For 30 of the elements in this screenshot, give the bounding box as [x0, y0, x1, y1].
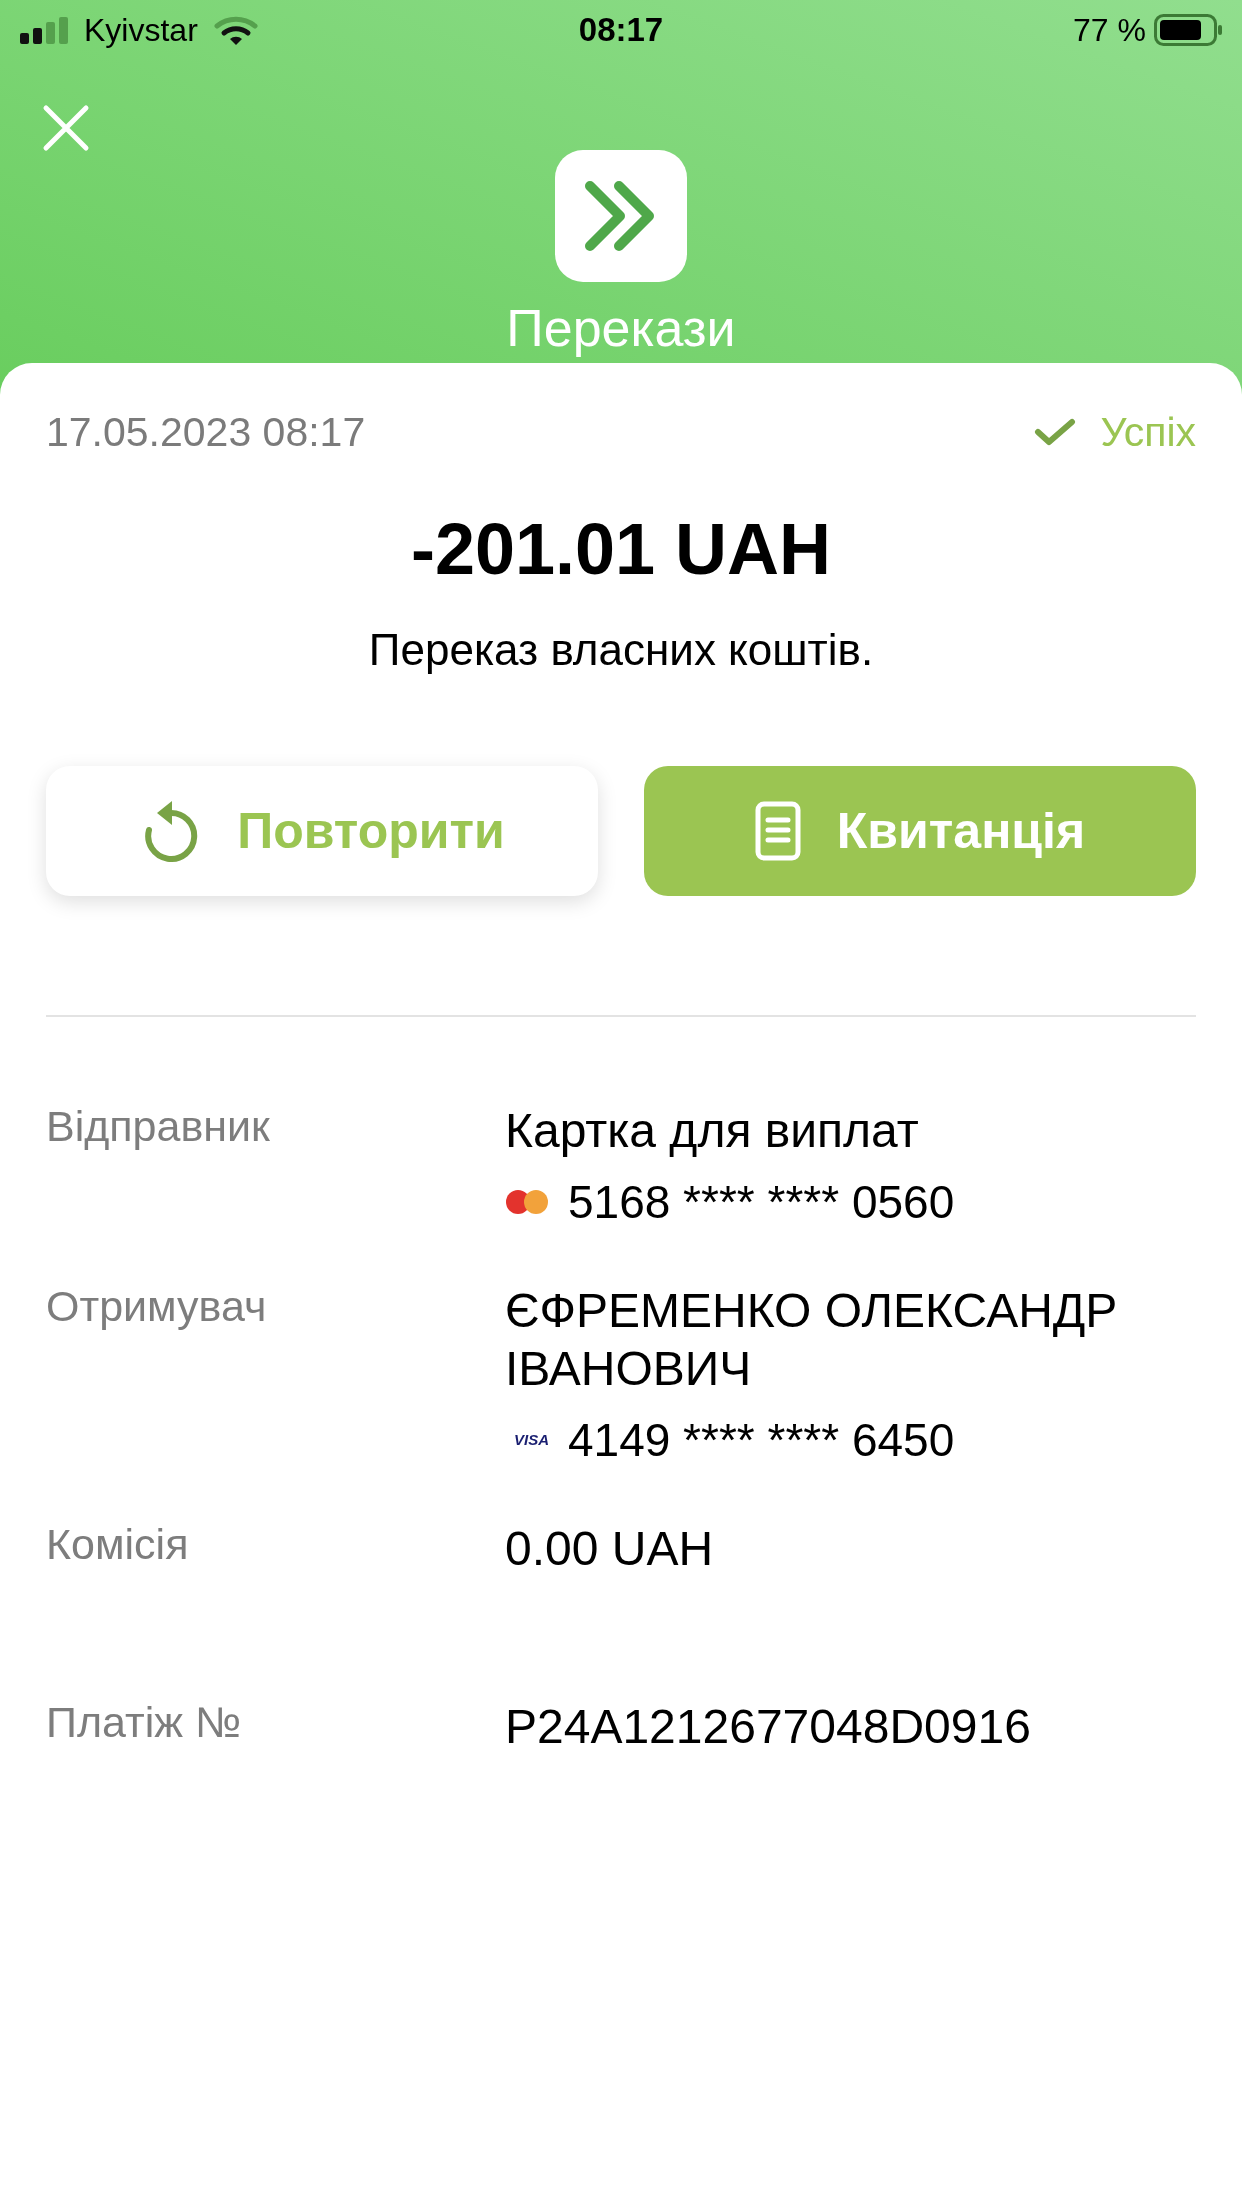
signal-icon	[20, 16, 68, 44]
clock-time: 08:17	[578, 10, 664, 51]
detail-label: Відправник	[46, 1102, 271, 1152]
detail-label: Отримувач	[46, 1282, 268, 1332]
carrier-name: Kyivstar	[84, 11, 198, 50]
check-icon	[1034, 418, 1077, 446]
double-chevron-icon	[555, 150, 687, 282]
detail-value: P24A1212677048D0916	[505, 1699, 1032, 1755]
battery-icon	[1154, 14, 1222, 46]
card-logo: VISA	[514, 1431, 549, 1449]
section-title: Перекази	[506, 299, 736, 357]
overlapping-circles-icon	[505, 1189, 549, 1215]
detail-label: Комісія	[46, 1520, 190, 1570]
detail-value: Картка для виплат	[505, 1103, 920, 1159]
detail-value: 0.00 UAH	[505, 1521, 715, 1577]
status-label: Успіх	[1100, 408, 1196, 456]
battery-percentage: 77 %	[1073, 11, 1146, 50]
detail-label: Платіж №	[46, 1698, 243, 1748]
detail-value: ЄФРЕМЕНКО ОЛЕКСАНДР ІВАНОВИЧ	[505, 1283, 1119, 1397]
close-button[interactable]	[41, 103, 91, 153]
document-icon	[754, 801, 801, 861]
close-icon	[41, 103, 91, 153]
card-number: 4149 **** **** 6450	[568, 1416, 955, 1464]
repeat-button[interactable]: Повторити	[46, 766, 598, 896]
transaction-date: 17.05.2023 08:17	[46, 408, 366, 456]
transaction-description: Переказ власних коштів.	[367, 625, 875, 675]
receipt-button[interactable]: Квитанція	[644, 766, 1196, 896]
card-number: 5168 **** **** 0560	[568, 1178, 955, 1226]
wifi-icon	[213, 14, 258, 46]
amount: -201.01 UAH	[409, 509, 833, 589]
